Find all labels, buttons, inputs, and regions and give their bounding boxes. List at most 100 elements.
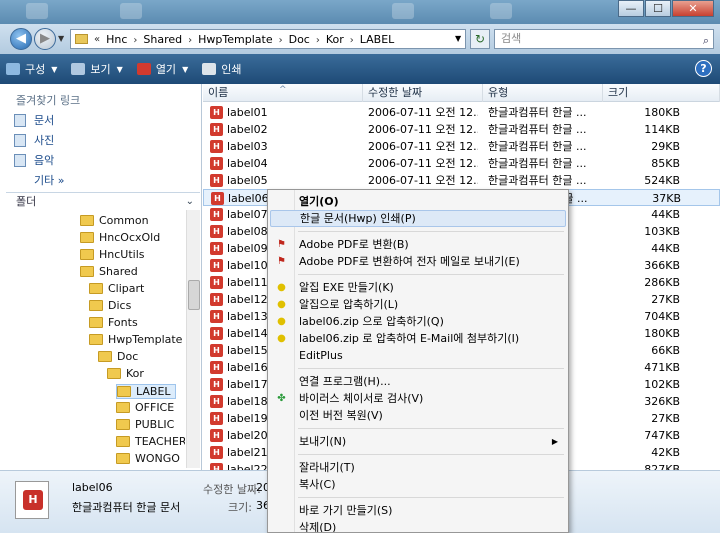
breadcrumb-item[interactable]: Hnc [106, 33, 127, 46]
menu-item-label: 잘라내기(T) [299, 461, 355, 474]
file-type: 한글과컴퓨터 한글 ... [488, 174, 587, 187]
file-row[interactable]: Hlabel04 2006-07-11 오전 12... 한글과컴퓨터 한글 ...… [203, 155, 720, 172]
tree-item-dics[interactable]: Dics [89, 299, 131, 312]
address-dropdown[interactable]: ▼ [455, 34, 461, 43]
close-button[interactable]: ✕ [672, 0, 714, 17]
forward-button[interactable]: ▶ [34, 28, 56, 50]
file-date: 2006-07-11 오전 12... [368, 157, 478, 170]
menu-item[interactable]: 연결 프로그램(H)... [270, 373, 566, 390]
menu-item[interactable]: 한글 문서(Hwp) 인쇄(P) [270, 210, 566, 227]
file-size: 85KB [651, 157, 680, 170]
maximize-button[interactable]: ☐ [645, 0, 671, 17]
menu-item[interactable]: 열기(O) [270, 193, 566, 210]
tree-item-hncutils[interactable]: HncUtils [80, 248, 145, 261]
hwp-icon [136, 63, 151, 75]
views-button[interactable]: 보기 ▼ [71, 61, 123, 77]
breadcrumb-item[interactable]: HwpTemplate [198, 33, 272, 46]
hwp-icon: H [210, 208, 223, 221]
menu-item[interactable]: ✤ 바이러스 체이서로 검사(V) [270, 390, 566, 407]
scroll-thumb[interactable] [188, 280, 200, 310]
address-breadcrumb[interactable]: « Hnc › Shared › HwpTemplate › Doc › Kor › LABEL [70, 29, 466, 49]
menu-item[interactable]: 잘라내기(T) [270, 459, 566, 476]
refresh-button[interactable]: ↻ [470, 29, 490, 49]
tree-item-public[interactable]: PUBLIC [116, 418, 174, 431]
file-row[interactable]: Hlabel03 2006-07-11 오전 12... 한글과컴퓨터 한글 ...… [203, 138, 720, 155]
column-size[interactable]: 크기 [603, 84, 720, 102]
breadcrumb-item[interactable]: Doc [289, 33, 310, 46]
menu-item[interactable]: ● 알집으로 압축하기(L) [270, 296, 566, 313]
title-bar: — ☐ ✕ [0, 0, 720, 24]
tree-item-teacher[interactable]: TEACHER [116, 435, 185, 448]
menu-item-label: Adobe PDF로 변환하여 전자 메일로 보내기(E) [299, 255, 520, 268]
tree-item-clipart[interactable]: Clipart [89, 282, 144, 295]
breadcrumb-separator-icon[interactable]: › [350, 35, 354, 46]
open-button[interactable]: 열기 ▼ [136, 61, 188, 77]
menu-item[interactable]: 바로 가기 만들기(S) [270, 502, 566, 519]
hwp-icon: H [210, 412, 223, 425]
breadcrumb-separator-icon[interactable]: › [188, 35, 192, 46]
tree-item-common[interactable]: Common [80, 214, 149, 227]
breadcrumb-item[interactable]: Kor [326, 33, 344, 46]
hwp-icon: H [210, 344, 223, 357]
print-button[interactable]: 인쇄 [202, 61, 241, 77]
breadcrumb-separator-icon[interactable]: › [133, 35, 137, 46]
minimize-button[interactable]: — [618, 0, 644, 17]
favorite-label: 음악 [34, 154, 55, 167]
help-button[interactable]: ? [695, 60, 712, 77]
chevron-down-icon: ⌄ [185, 196, 194, 207]
menu-item[interactable]: EditPlus [270, 347, 566, 364]
column-header-row: 이름 ^ 수정한 날짜 유형 크기 [203, 84, 720, 102]
breadcrumb-separator-icon[interactable]: › [316, 35, 320, 46]
overflow-chevron[interactable]: « [94, 34, 100, 45]
menu-item[interactable]: ● label06.zip 로 압축하여 E-Mail에 첨부하기(I) [270, 330, 566, 347]
printer-icon [202, 63, 217, 75]
folders-header[interactable]: 폴더 ⌄ [6, 192, 200, 210]
recent-pages-dropdown[interactable]: ▼ [58, 34, 64, 43]
file-row[interactable]: Hlabel05 2006-07-11 오전 12... 한글과컴퓨터 한글 ...… [203, 172, 720, 189]
menu-item[interactable]: ⚑ Adobe PDF로 변환(B) [270, 236, 566, 253]
menu-item[interactable]: 복사(C) [270, 476, 566, 493]
column-date[interactable]: 수정한 날짜 [363, 84, 483, 102]
back-button[interactable]: ◀ [10, 28, 32, 50]
tree-item-hncocxold[interactable]: HncOcxOld [80, 231, 160, 244]
file-row[interactable]: Hlabel02 2006-07-11 오전 12... 한글과컴퓨터 한글 ...… [203, 121, 720, 138]
search-input[interactable]: 검색 ⌕ [494, 29, 714, 49]
file-size: 44KB [651, 242, 680, 255]
menu-item[interactable]: ⚑ Adobe PDF로 변환하여 전자 메일로 보내기(E) [270, 253, 566, 270]
menu-item[interactable]: 삭제(D) [270, 519, 566, 532]
hwp-icon: H [210, 327, 223, 340]
tree-item-wongo[interactable]: WONGO [116, 452, 180, 465]
background-icon [26, 3, 48, 19]
tree-item-kor[interactable]: Kor [107, 367, 144, 380]
tree-item-label[interactable]: LABEL [116, 384, 176, 399]
column-type[interactable]: 유형 [483, 84, 603, 102]
tree-item-fonts[interactable]: Fonts [89, 316, 138, 329]
menu-item[interactable]: 보내기(N) ▶ [270, 433, 566, 450]
hwp-icon: H [210, 446, 223, 459]
search-icon[interactable]: ⌕ [703, 32, 709, 50]
pictures-icon [14, 133, 26, 147]
tree-scrollbar[interactable] [186, 210, 200, 468]
column-name[interactable]: 이름 ^ [203, 84, 363, 102]
breadcrumb-item[interactable]: Shared [143, 33, 182, 46]
tree-item-hwptemplate[interactable]: HwpTemplate [89, 333, 182, 346]
chevron-down-icon[interactable]: ▼ [182, 65, 188, 74]
favorite-link-pictures[interactable]: 사진 [14, 132, 54, 148]
menu-item[interactable]: 이전 버전 복원(V) [270, 407, 566, 424]
menu-item-label: 바이러스 체이서로 검사(V) [299, 392, 424, 405]
organize-button[interactable]: 구성 ▼ [6, 61, 57, 77]
hwp-icon: H [210, 361, 223, 374]
details-filename: label06 [72, 481, 113, 494]
favorite-link-music[interactable]: 음악 [14, 152, 54, 168]
tree-item-doc[interactable]: Doc [98, 350, 138, 363]
breadcrumb-separator-icon[interactable]: › [279, 35, 283, 46]
file-row[interactable]: Hlabel01 2006-07-11 오전 12... 한글과컴퓨터 한글 ...… [203, 104, 720, 121]
tree-item-shared[interactable]: Shared [80, 265, 138, 278]
documents-icon [14, 113, 26, 127]
menu-item[interactable]: ● label06.zip 으로 압축하기(Q) [270, 313, 566, 330]
breadcrumb-item[interactable]: LABEL [360, 33, 395, 46]
menu-item[interactable]: ● 알집 EXE 만들기(K) [270, 279, 566, 296]
more-links[interactable]: 기타 » [34, 172, 64, 188]
favorite-link-documents[interactable]: 문서 [14, 112, 54, 128]
tree-item-office[interactable]: OFFICE [116, 401, 174, 414]
